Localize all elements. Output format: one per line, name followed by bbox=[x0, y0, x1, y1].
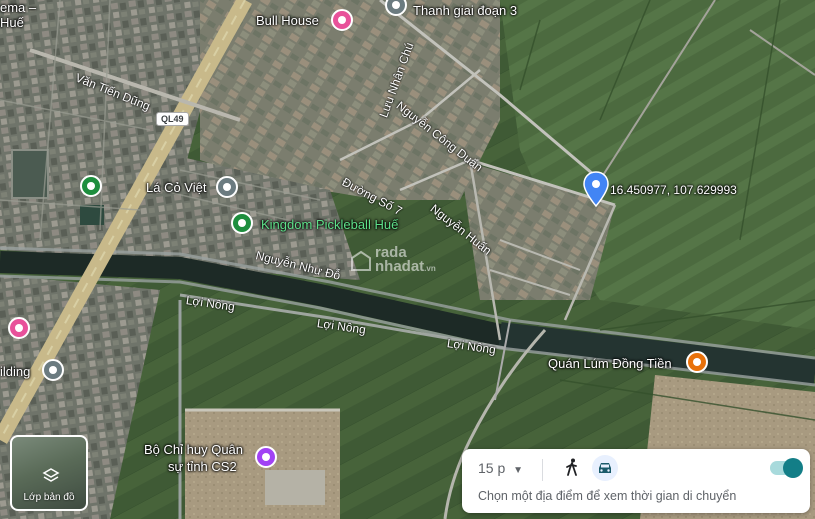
restaurant-pin-icon[interactable] bbox=[686, 351, 708, 373]
layers-icon bbox=[42, 468, 60, 482]
place-label-thanh-giai-doan[interactable]: Thanh giai đoạn 3 bbox=[413, 3, 517, 18]
hotel-pin-icon[interactable] bbox=[8, 317, 30, 339]
travel-time-hint: Chọn một địa điểm để xem thời gian di ch… bbox=[478, 489, 737, 503]
place-label-la-co-viet[interactable]: Lá Cỏ Việt bbox=[146, 180, 206, 195]
place-pin-icon[interactable] bbox=[42, 359, 64, 381]
car-icon bbox=[599, 463, 611, 473]
dropdown-arrow-icon: ▼ bbox=[513, 465, 524, 476]
watermark-icon bbox=[351, 250, 371, 271]
watermark-suffix: .vn bbox=[424, 264, 436, 273]
watermark-line2: nhadat.vn bbox=[375, 258, 436, 276]
park-pin-icon[interactable] bbox=[80, 175, 102, 197]
place-label-bo-chi-huy-line1[interactable]: Bộ Chỉ huy Quân bbox=[144, 442, 243, 457]
map-layers-button[interactable]: Lớp bản đồ bbox=[10, 435, 88, 511]
travel-time-value: 15 p bbox=[478, 460, 506, 476]
place-label-cinema[interactable]: ema – bbox=[0, 0, 36, 15]
dropped-pin-coordinates[interactable]: 16.450977, 107.629993 bbox=[610, 183, 737, 197]
place-label-quan-lum-dong-tien[interactable]: Quán Lúm Đồng Tiền bbox=[548, 356, 672, 371]
walking-icon bbox=[566, 458, 577, 476]
travel-time-dropdown[interactable]: 15 p ▼ bbox=[478, 460, 523, 476]
place-label-building[interactable]: ilding bbox=[0, 364, 30, 379]
watermark-line2-text: nhadat bbox=[375, 258, 425, 275]
place-label-hue[interactable]: Huế bbox=[0, 15, 24, 30]
sports-pin-icon[interactable] bbox=[231, 212, 253, 234]
hotel-pin-icon[interactable] bbox=[331, 9, 353, 31]
driving-mode-button[interactable] bbox=[592, 455, 618, 481]
divider bbox=[542, 459, 543, 481]
government-pin-icon[interactable] bbox=[255, 446, 277, 468]
highway-badge: QL49 bbox=[156, 112, 189, 126]
place-label-bo-chi-huy-line2[interactable]: sự tỉnh CS2 bbox=[168, 459, 237, 474]
place-pin-icon[interactable] bbox=[216, 176, 238, 198]
layers-label: Lớp bản đồ bbox=[23, 492, 75, 503]
toggle-knob bbox=[783, 458, 803, 478]
travel-time-toggle[interactable] bbox=[770, 458, 803, 478]
watermark-logo: rada nhadat.vn bbox=[350, 245, 436, 276]
travel-time-panel: 15 p ▼ Chọn một địa điểm để xem thời gia… bbox=[462, 449, 810, 513]
walking-mode-button[interactable] bbox=[565, 458, 579, 481]
place-label-kingdom-pickleball[interactable]: Kingdom Pickleball Huế bbox=[261, 217, 398, 232]
place-label-bull-house[interactable]: Bull House bbox=[256, 13, 319, 28]
